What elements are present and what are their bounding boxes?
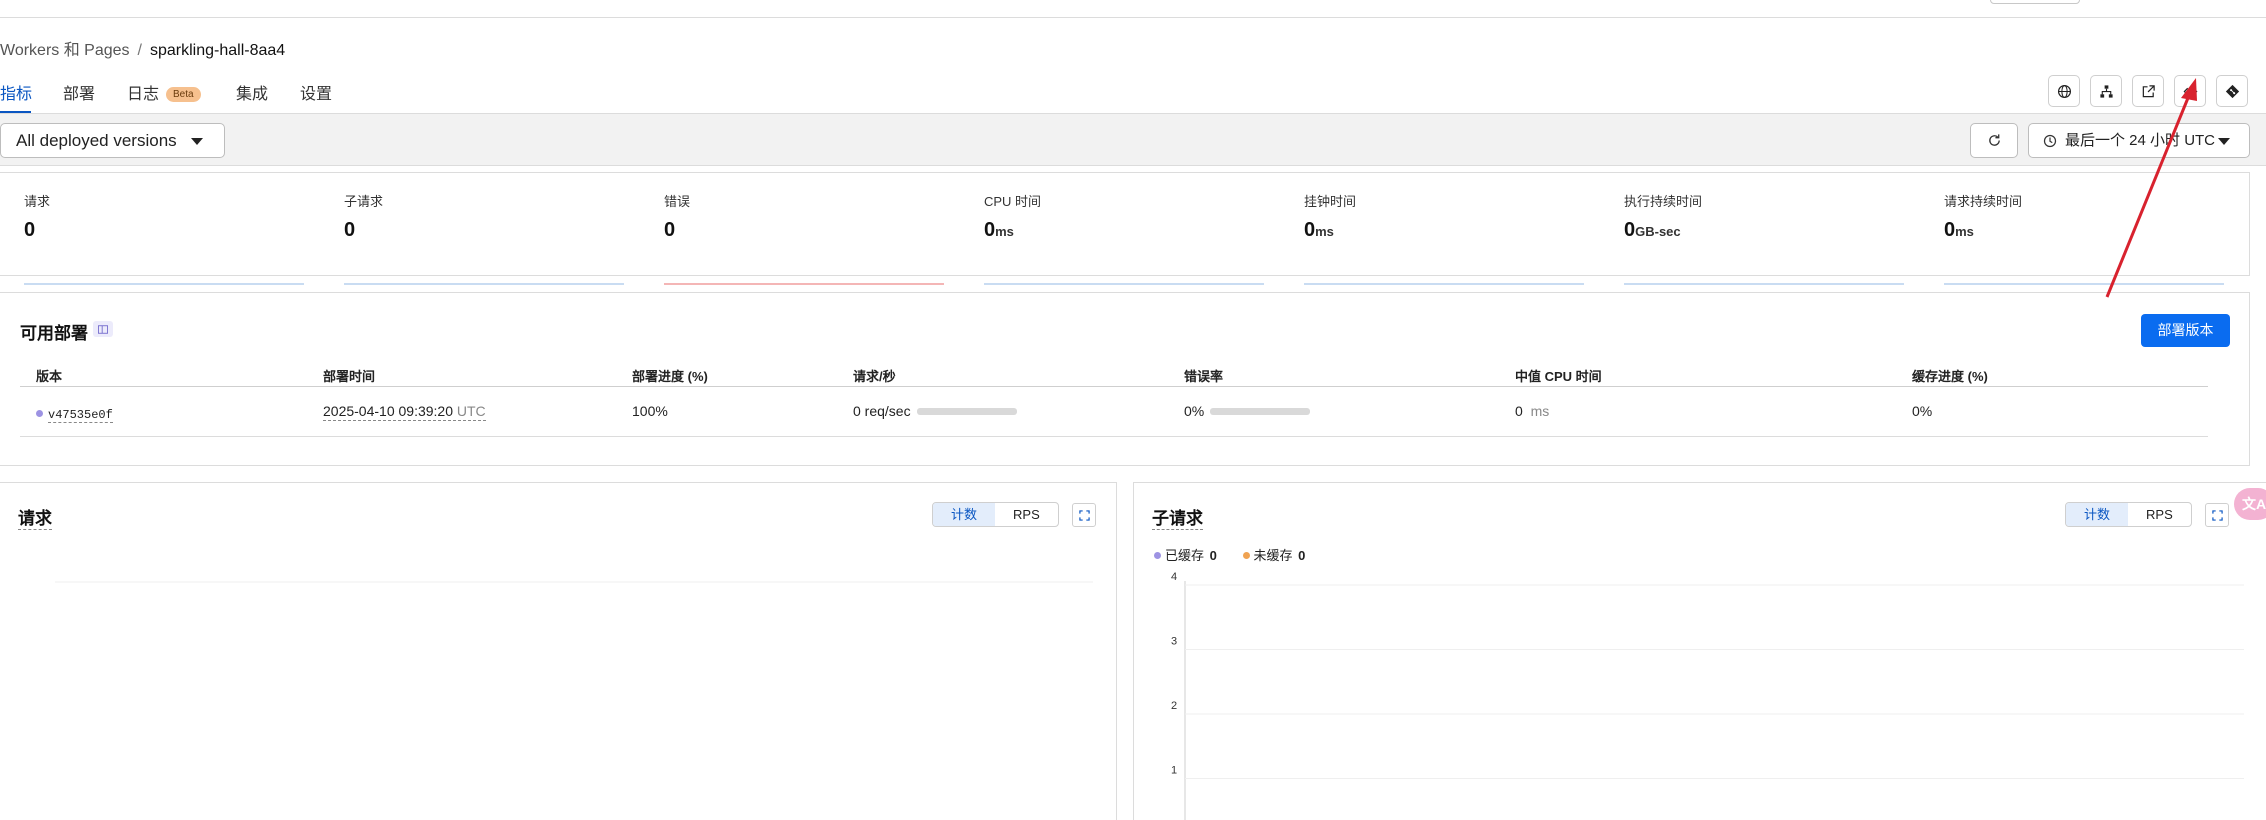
table-header: 版本 部署时间 部署进度 (%) 请求/秒 错误率 中值 CPU 时间 缓存进度…: [20, 363, 2208, 387]
tab-logs[interactable]: 日志 Beta: [127, 80, 201, 114]
routes-button[interactable]: [2090, 75, 2122, 107]
cpu-time-cell: 0 ms: [1515, 403, 1550, 419]
deploy-progress-cell: 100%: [632, 403, 668, 419]
beta-badge: Beta: [166, 87, 201, 102]
column-header: 错误率: [1184, 369, 1224, 384]
metric-value: 0GB-sec: [1624, 219, 1681, 241]
metric-execution-duration: 执行持续时间 0GB-sec: [1624, 191, 1904, 285]
chevron-down-icon: [2218, 138, 2230, 145]
metric-label: 挂钟时间: [1304, 194, 1357, 209]
metric-value: 0ms: [984, 219, 1014, 241]
metrics-summary-card: 请求 0 子请求 0 错误 0 CPU 时间 0ms 挂钟时间 0ms 执行持续…: [0, 172, 2250, 285]
edit-code-button[interactable]: [2174, 75, 2206, 107]
cache-progress-cell: 0%: [1912, 403, 1933, 419]
versions-dropdown-label: All deployed versions: [16, 131, 177, 150]
metric-request-duration: 请求持续时间 0ms: [1944, 191, 2224, 285]
globe-icon: [2057, 84, 2071, 98]
tab-integrations[interactable]: 集成: [236, 80, 268, 114]
metric-label: CPU 时间: [984, 194, 1042, 209]
info-icon[interactable]: [93, 321, 113, 337]
y-tick-label: 1: [1171, 765, 1177, 777]
column-header: 缓存进度 (%): [1912, 369, 1988, 384]
metric-value: 0ms: [1944, 219, 1974, 241]
column-header: 中值 CPU 时间: [1515, 369, 1602, 384]
top-bar: [0, 0, 2266, 18]
subrequests-chart-plot: 4 3 2 1: [1171, 571, 2244, 820]
top-account-button[interactable]: [1990, 0, 2080, 4]
deployed-at-value: 2025-04-10 09:39:20: [323, 403, 453, 419]
tab-bar: 指标 部署 日志 Beta 集成 设置: [0, 74, 2266, 114]
versions-dropdown[interactable]: All deployed versions: [0, 123, 225, 158]
tab-deployments[interactable]: 部署: [63, 80, 95, 114]
metric-label: 错误: [664, 194, 691, 209]
metric-value: 0: [664, 219, 676, 241]
tab-logs-label: 日志: [127, 86, 160, 103]
rps-cell: 0 req/sec: [853, 403, 1017, 419]
version-cell: v47535e0f: [36, 405, 113, 423]
refresh-icon: [1988, 134, 2000, 146]
metric-requests: 请求 0: [24, 191, 304, 285]
metric-sparkline: [344, 283, 624, 285]
y-tick-label: 2: [1171, 700, 1177, 712]
rps-bar: [916, 408, 1017, 415]
error-rate-bar: [1210, 408, 1311, 415]
deploy-version-button[interactable]: 部署版本: [2141, 314, 2230, 347]
metric-label: 请求持续时间: [1944, 194, 2023, 209]
metric-label: 子请求: [344, 194, 384, 209]
metric-subrequests: 子请求 0: [344, 191, 624, 285]
version-link[interactable]: v47535e0f: [48, 408, 113, 423]
timezone-label: UTC: [456, 403, 486, 419]
y-tick-label: 4: [1171, 571, 1177, 583]
metric-value: 0ms: [1304, 219, 1334, 241]
deployments-title: 可用部署: [20, 324, 88, 343]
metric-wall-time: 挂钟时间 0ms: [1304, 191, 1584, 285]
chevron-down-icon: [191, 138, 203, 145]
deployed-at-cell: 2025-04-10 09:39:20 UTC: [323, 403, 486, 421]
deployments-table: 版本 部署时间 部署进度 (%) 请求/秒 错误率 中值 CPU 时间 缓存进度…: [20, 363, 2208, 437]
sitemap-icon: [2099, 84, 2113, 98]
column-header: 版本: [36, 369, 63, 384]
metric-label: 请求: [24, 194, 51, 209]
breadcrumb: Workers 和 Pages / sparkling-hall-8aa4: [0, 36, 285, 60]
metric-sparkline: [1944, 283, 2224, 285]
metric-sparkline: [24, 283, 304, 285]
version-dot: [36, 410, 43, 417]
column-header: 部署时间: [323, 369, 376, 384]
breadcrumb-parent-link[interactable]: Workers 和 Pages: [0, 42, 130, 59]
metric-cpu-time: CPU 时间 0ms: [984, 191, 1264, 285]
git-icon: [2225, 84, 2239, 98]
visit-button[interactable]: [2132, 75, 2164, 107]
tab-settings[interactable]: 设置: [300, 80, 332, 114]
breadcrumb-separator: /: [137, 42, 142, 59]
time-range-label: 最后一个 24 小时 UTC: [2065, 132, 2216, 149]
clock-icon: [2043, 134, 2057, 148]
translate-badge[interactable]: 文A: [2234, 488, 2266, 520]
column-header: 部署进度 (%): [632, 369, 708, 384]
tab-metrics[interactable]: 指标: [0, 80, 32, 114]
breadcrumb-current: sparkling-hall-8aa4: [149, 42, 286, 59]
requests-chart-card: 请求 计数 RPS: [0, 482, 1117, 820]
metric-sparkline: [1624, 283, 1904, 285]
subrequests-chart-card: 子请求 计数 RPS 已缓存 0 未缓存 0 4321: [1133, 482, 2266, 820]
external-link-icon: [2142, 84, 2155, 97]
git-button[interactable]: [2216, 75, 2248, 107]
filter-bar: All deployed versions 最后一个 24 小时 UTC: [0, 113, 2266, 166]
requests-chart-plot: [55, 581, 1093, 583]
metric-label: 执行持续时间: [1624, 194, 1703, 209]
column-header: 请求/秒: [853, 369, 896, 384]
domain-button[interactable]: [2048, 75, 2080, 107]
y-tick-label: 3: [1171, 636, 1177, 648]
metric-value: 0: [24, 219, 36, 241]
refresh-button[interactable]: [1970, 123, 2018, 158]
metric-value: 0: [344, 219, 356, 241]
metric-sparkline: [984, 283, 1264, 285]
code-icon: [2183, 85, 2197, 97]
metric-sparkline: [1304, 283, 1584, 285]
metric-sparkline: [664, 283, 944, 285]
deployments-card: 可用部署 部署版本 版本 部署时间 部署进度 (%) 请求/秒 错误率 中值 C…: [0, 292, 2250, 466]
table-row: v47535e0f 2025-04-10 09:39:20 UTC 100% 0…: [20, 387, 2208, 437]
metric-errors: 错误 0: [664, 191, 944, 285]
time-range-dropdown[interactable]: 最后一个 24 小时 UTC: [2028, 123, 2250, 158]
error-rate-cell: 0%: [1184, 403, 1311, 419]
